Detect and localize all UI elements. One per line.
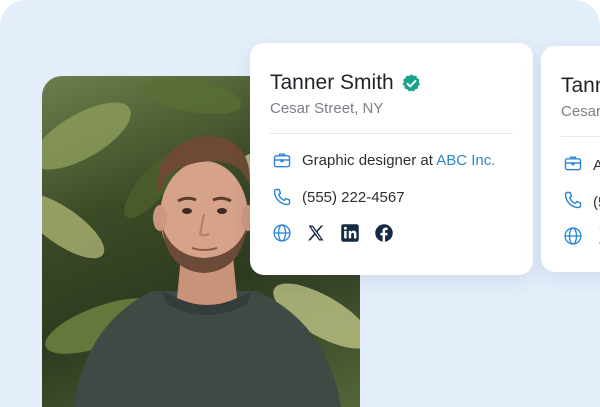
secondary-phone-number: (5	[593, 194, 600, 211]
divider	[561, 136, 600, 137]
phone-row[interactable]: (555) 222-4567	[272, 187, 405, 207]
linkedin-icon[interactable]	[340, 223, 360, 243]
phone-icon	[563, 190, 583, 215]
secondary-contact-address: Cesar	[561, 103, 600, 120]
x-icon[interactable]	[306, 223, 326, 243]
phone-number: (555) 222-4567	[302, 188, 405, 206]
globe-icon[interactable]	[272, 223, 292, 243]
phone-icon	[272, 187, 292, 207]
contact-address: Cesar Street, NY	[270, 100, 384, 117]
social-row	[272, 223, 408, 243]
job-row: Graphic designer at ABC Inc.	[272, 150, 495, 170]
secondary-job-title: A	[593, 157, 600, 174]
divider	[270, 133, 513, 134]
briefcase-icon	[272, 150, 292, 170]
contact-card-secondary: Tann Cesar A (5	[541, 46, 600, 272]
secondary-social-row	[563, 226, 600, 251]
briefcase-icon	[563, 153, 583, 178]
company-link[interactable]: ABC Inc.	[436, 152, 495, 169]
canvas: Tanner Smith Cesar Street, NY Graphic de…	[0, 0, 600, 407]
verified-badge-icon	[401, 73, 422, 94]
contact-card: Tanner Smith Cesar Street, NY Graphic de…	[250, 43, 533, 275]
job-prefix: Graphic designer at	[302, 151, 433, 169]
globe-icon[interactable]	[563, 226, 583, 251]
secondary-job-row: A	[563, 153, 600, 178]
job-title: Graphic designer at ABC Inc.	[302, 152, 495, 169]
facebook-icon[interactable]	[374, 223, 394, 243]
contact-name: Tanner Smith	[270, 71, 394, 94]
secondary-contact-name: Tann	[561, 74, 600, 97]
secondary-phone-row: (5	[563, 190, 600, 215]
name-row: Tanner Smith	[270, 71, 422, 95]
